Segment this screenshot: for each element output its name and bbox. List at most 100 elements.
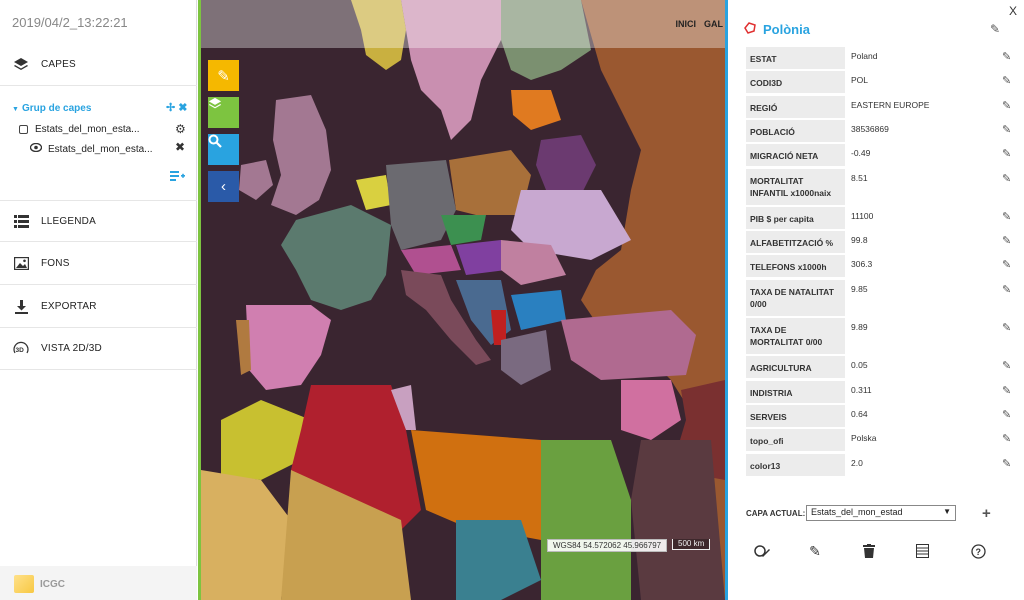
menu-vista[interactable]: 3D VISTA 2D/3D <box>0 328 197 370</box>
pencil-icon[interactable]: ✎ <box>1002 144 1016 166</box>
attribute-row: TELEFONS x1000h 306.3 ✎ <box>746 255 1016 278</box>
search-tool-button[interactable] <box>208 134 239 165</box>
map-region[interactable] <box>631 440 725 600</box>
add-layer-icon[interactable] <box>170 170 185 185</box>
menu-capes[interactable]: CAPES <box>0 44 197 86</box>
capa-select[interactable]: Estats_del_mon_estad ▼ <box>806 505 956 521</box>
pencil-icon[interactable]: ✎ <box>806 542 824 560</box>
image-icon <box>12 255 30 273</box>
info-panel: X Polònia ✎ ESTAT Poland ✎ CODI3D POL ✎ REGIÓ E… <box>731 0 1024 600</box>
menu-fons-label: FONS <box>41 258 70 269</box>
map-topbar: INICI GAL <box>201 0 725 48</box>
attribute-row: ALFABETITZACIÓ % 99.8 ✎ <box>746 231 1016 254</box>
layer-checkbox[interactable] <box>19 125 28 134</box>
layers-icon <box>12 56 30 74</box>
download-icon <box>12 298 30 316</box>
left-panel: 2019/04/2_13:22:21 CAPES ▼ Grup de capes … <box>0 0 197 600</box>
attribute-row: REGIÓ EASTERN EUROPE ✎ <box>746 95 1016 118</box>
attribute-row: POBLACIÓ 38536869 ✎ <box>746 119 1016 142</box>
pencil-icon[interactable]: ✎ <box>1002 318 1016 354</box>
attribute-value: 306.3 <box>851 259 873 270</box>
collapse-panel-button[interactable]: ‹ <box>208 171 239 202</box>
attribute-name: topo_ofi <box>746 429 845 452</box>
table-icon[interactable] <box>913 542 931 560</box>
chevron-down-icon: ▼ <box>943 507 951 516</box>
attribute-name: color13 <box>746 453 845 476</box>
attribute-value: EASTERN EUROPE <box>851 99 930 110</box>
attribute-row: topo_ofi Polska ✎ <box>746 429 1016 452</box>
chevron-left-icon: ‹ <box>221 178 226 195</box>
attribute-value: Poland <box>851 51 878 61</box>
pencil-icon[interactable]: ✎ <box>1002 454 1016 476</box>
pencil-icon[interactable]: ✎ <box>1002 120 1016 142</box>
attribute-row: color13 2.0 ✎ <box>746 453 1016 476</box>
attribute-row: MORTALITAT INFANTIL x1000naix 8.51 ✎ <box>746 168 1016 205</box>
help-icon[interactable]: ? <box>969 542 987 560</box>
pencil-icon[interactable]: ✎ <box>1002 255 1016 277</box>
attribute-name: CODI3D <box>746 71 845 94</box>
layers-tool-button[interactable] <box>208 97 239 128</box>
attribute-value: -0.49 <box>851 148 871 159</box>
pencil-icon[interactable]: ✎ <box>1002 47 1016 69</box>
layer-row-1[interactable]: Estats_del_mon_esta... <box>19 124 140 135</box>
edit-tool-button[interactable]: ✎ <box>208 60 239 91</box>
attribute-name: TAXA DE MORTALITAT 0/00 <box>746 318 845 354</box>
add-capa-button[interactable]: + <box>982 505 991 522</box>
attribute-value: Polska <box>851 433 877 444</box>
attribute-row: PIB $ per capita 11100 ✎ <box>746 206 1016 229</box>
attribute-row: MIGRACIÓ NETA -0.49 ✎ <box>746 144 1016 167</box>
scale-bar: 500 km <box>672 539 711 550</box>
attribute-name: MIGRACIÓ NETA <box>746 144 845 167</box>
nav-gal[interactable]: GAL <box>704 19 723 29</box>
pencil-icon[interactable]: ✎ <box>1002 169 1016 205</box>
attribute-value: POL <box>851 75 869 86</box>
close-button[interactable]: X <box>1009 4 1017 18</box>
nav-inici[interactable]: INICI <box>675 19 696 29</box>
attribute-name: ALFABETITZACIÓ % <box>746 231 845 254</box>
pencil-icon[interactable]: ✎ <box>1002 429 1016 451</box>
pencil-icon[interactable]: ✎ <box>1002 207 1016 229</box>
list-icon <box>12 212 30 230</box>
attribute-row: CODI3D POL ✎ <box>746 71 1016 94</box>
close-icon[interactable]: ✖ <box>175 140 185 154</box>
menu-llegenda[interactable]: LLEGENDA <box>0 200 197 242</box>
pencil-icon[interactable]: ✎ <box>1002 381 1016 403</box>
map-nav: INICI GAL <box>675 19 725 29</box>
pencil-icon[interactable]: ✎ <box>1002 71 1016 93</box>
layer-row-2[interactable]: Estats_del_mon_esta... <box>29 142 153 155</box>
group-title[interactable]: ▼ Grup de capes <box>12 103 91 114</box>
menu-fons[interactable]: FONS <box>0 243 197 285</box>
map-canvas[interactable] <box>201 0 725 600</box>
attribute-value: 2.0 <box>851 457 863 468</box>
pencil-icon: ✎ <box>217 67 230 85</box>
capa-label: CAPA ACTUAL: <box>746 509 806 518</box>
svg-text:?: ? <box>975 547 981 557</box>
pencil-icon[interactable]: ✎ <box>1002 356 1016 378</box>
menu-capes-label: CAPES <box>41 59 76 70</box>
attribute-row: AGRICULTURA 0.05 ✎ <box>746 356 1016 379</box>
attribute-name: SERVEIS <box>746 404 845 427</box>
map-view[interactable]: INICI GAL ✎ ‹ WGS84 54.572062 45.966797 5… <box>198 0 728 600</box>
attribute-name: TAXA DE NATALITAT 0/00 <box>746 279 845 316</box>
attribute-value: 9.85 <box>851 283 868 294</box>
attribute-name: TELEFONS x1000h <box>746 255 845 278</box>
menu-exportar[interactable]: EXPORTAR <box>0 286 197 328</box>
layer-name-2: Estats_del_mon_esta... <box>48 143 153 155</box>
trash-icon[interactable] <box>860 542 878 560</box>
gear-icon[interactable]: ⚙ <box>175 122 186 136</box>
attribute-name: MORTALITAT INFANTIL x1000naix <box>746 168 845 205</box>
attribute-value: 9.89 <box>851 322 868 332</box>
pencil-icon[interactable]: ✎ <box>1002 280 1016 316</box>
edit-style-icon[interactable] <box>753 542 771 560</box>
pencil-icon[interactable]: ✎ <box>1002 231 1016 253</box>
pencil-icon[interactable]: ✎ <box>1002 96 1016 118</box>
eye-icon[interactable] <box>29 142 43 155</box>
map-region[interactable] <box>541 440 631 600</box>
pencil-icon[interactable]: ✎ <box>1002 405 1016 427</box>
group-tools[interactable]: ✢ ✖ <box>166 101 188 114</box>
attribute-value: 0.311 <box>851 384 872 395</box>
attribute-row: INDISTRIA 0.311 ✎ <box>746 380 1016 403</box>
attribute-value: 8.51 <box>851 172 868 183</box>
attribute-row: SERVEIS 0.64 ✎ <box>746 404 1016 427</box>
edit-title-icon[interactable]: ✎ <box>990 22 1000 36</box>
